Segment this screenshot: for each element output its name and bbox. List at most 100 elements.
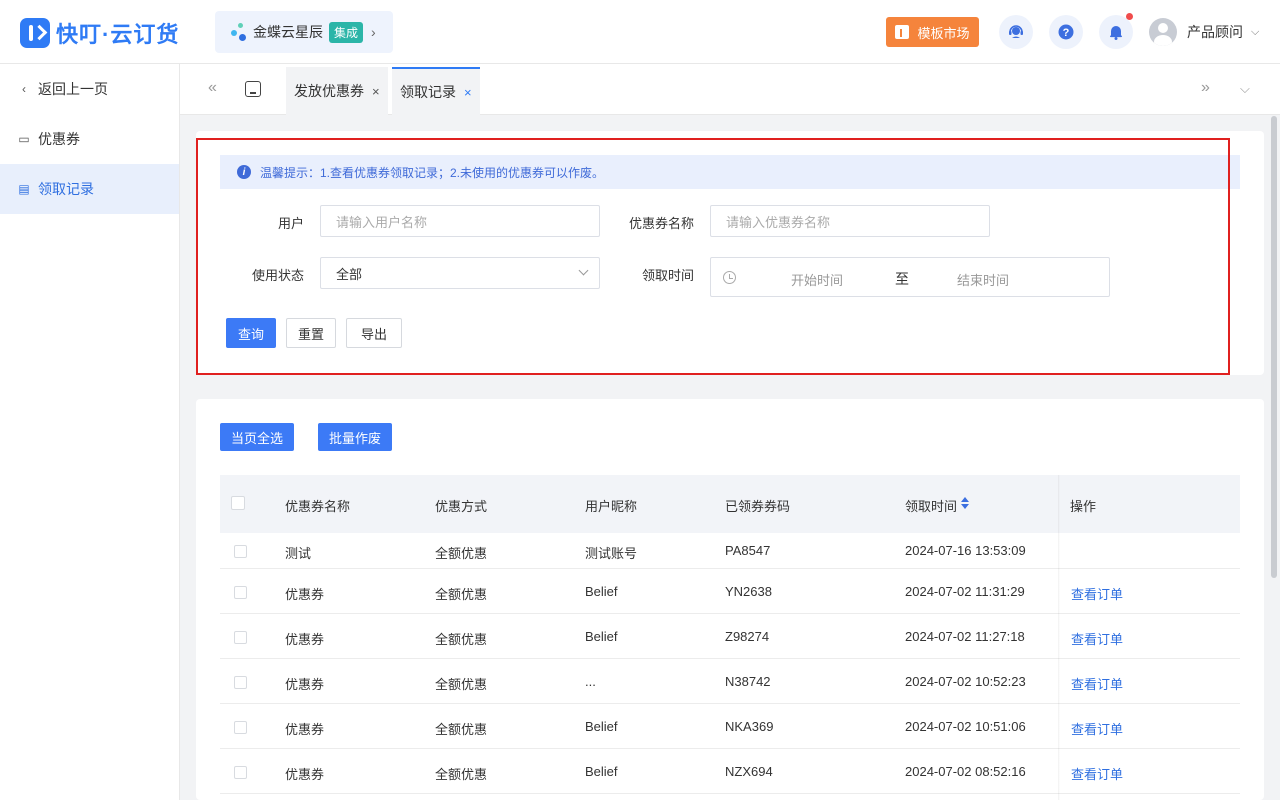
chevron-down-icon [578, 265, 589, 276]
table-cell: 全额优惠 [435, 587, 488, 602]
tab-label: 发放优惠券 [294, 83, 364, 99]
row-checkbox[interactable] [234, 586, 247, 599]
chevron-left-icon: ‹ [22, 82, 26, 96]
user-placeholder: 请输入用户名称 [336, 214, 428, 230]
batch-void-button[interactable]: 批量作废 [318, 423, 392, 451]
template-market-button[interactable]: 模板市场 [886, 17, 979, 47]
table-row: 优惠券 全额优惠 Belief Z98274 2024-07-02 11:27:18 查看… [220, 614, 1240, 659]
table-row: 优惠券 全额优惠 Belief NKA369 2024-07-02 10:51:06 查看… [220, 704, 1240, 749]
select-page-button[interactable]: 当页全选 [220, 423, 294, 451]
sidebar-item-coupons[interactable]: ▭ 优惠券 [0, 114, 179, 164]
ticket-icon: ▭ [18, 132, 30, 146]
avatar [1149, 18, 1177, 46]
table-cell: 2024-07-02 10:52:23 [905, 674, 1026, 689]
partner-integration-button[interactable]: 金蝶云星辰 集成 › [215, 11, 393, 53]
table-cell: Belief [585, 719, 618, 734]
status-label: 使用状态 [251, 268, 304, 283]
table-cell: NZX694 [725, 764, 773, 779]
table-cell: 2024-07-02 08:52:16 [905, 764, 1026, 779]
table-cell: 优惠券 [285, 767, 325, 782]
table-cell: N38742 [725, 674, 771, 689]
customer-service-button[interactable] [999, 15, 1033, 49]
row-checkbox[interactable] [234, 676, 247, 689]
table-cell: 2024-07-16 13:53:09 [905, 543, 1026, 558]
coupon-name-input[interactable]: 请输入优惠券名称 [710, 205, 990, 237]
notification-dot [1126, 13, 1133, 20]
row-checkbox[interactable] [234, 766, 247, 779]
status-value: 全部 [336, 266, 363, 282]
svg-text:?: ? [1063, 27, 1070, 39]
tab-label: 领取记录 [400, 84, 456, 100]
chevron-down-icon: ⌵ [1251, 25, 1260, 38]
tab-claim-records[interactable]: 领取记录 × [392, 67, 480, 115]
sidebar-item-claim-records[interactable]: ▤ 领取记录 [0, 164, 179, 214]
chevron-down-icon[interactable]: ⌵ [1240, 81, 1250, 97]
table-cell: 全额优惠 [435, 722, 488, 737]
column-header: 优惠券名称 [285, 499, 351, 514]
table-cell: 全额优惠 [435, 677, 488, 692]
bell-icon [1110, 26, 1122, 40]
page-scrollbar[interactable] [1271, 116, 1277, 578]
user-label: 用户 [277, 216, 304, 231]
app-logo[interactable]: 快叮·云订货 [20, 17, 179, 49]
logo-icon [20, 18, 50, 48]
table-cell: Belief [585, 764, 618, 779]
table-cell: NKA369 [725, 719, 774, 734]
table-header: 优惠券名称 优惠方式 用户昵称 已领券券码 领取时间 操作 [220, 475, 1240, 533]
tab-issue-coupons[interactable]: 发放优惠券 × [286, 67, 388, 115]
table-cell: Z98274 [725, 629, 770, 644]
document-icon: ▤ [18, 182, 30, 196]
cloud-star-icon [229, 20, 249, 44]
table-cell: 优惠券 [285, 722, 325, 737]
close-icon[interactable]: × [464, 85, 472, 100]
tab-bar: « 发放优惠券 × 领取记录 × » ⌵ [180, 64, 1280, 115]
tip-text: 温馨提示：1.查看优惠券领取记录；2.未使用的优惠券可以作废。 [260, 165, 605, 180]
sort-icon[interactable] [961, 497, 969, 509]
view-order-link[interactable]: 查看订单 [1071, 719, 1123, 738]
chevron-right-icon: › [371, 24, 376, 40]
view-order-link[interactable]: 查看订单 [1071, 629, 1123, 648]
export-button[interactable]: 导出 [346, 318, 402, 348]
user-name: 产品顾问 [1187, 24, 1243, 40]
table-cell: Belief [585, 629, 618, 644]
notification-button[interactable] [1099, 13, 1133, 49]
clock-icon [723, 271, 736, 284]
table-cell: 测试 [285, 546, 312, 561]
view-order-link[interactable]: 查看订单 [1071, 584, 1123, 603]
user-input[interactable]: 请输入用户名称 [320, 205, 600, 237]
select-all-checkbox[interactable] [231, 496, 245, 510]
column-header[interactable]: 领取时间 [905, 496, 957, 515]
back-label: 返回上一页 [38, 81, 108, 97]
user-menu[interactable]: 产品顾问 ⌵ [1149, 18, 1259, 46]
claim-time-range-picker[interactable]: 开始时间 至 结束时间 [710, 257, 1110, 297]
sidebar-item-label: 优惠券 [38, 131, 80, 147]
table-cell: ... [585, 674, 596, 689]
close-icon[interactable]: × [372, 84, 380, 99]
template-market-label: 模板市场 [917, 25, 970, 41]
status-select[interactable]: 全部 [320, 257, 600, 289]
coupon-name-placeholder: 请输入优惠券名称 [726, 214, 831, 230]
home-icon[interactable] [245, 81, 261, 97]
view-order-link[interactable]: 查看订单 [1071, 764, 1123, 783]
tip-banner: i 温馨提示：1.查看优惠券领取记录；2.未使用的优惠券可以作废。 [220, 155, 1240, 189]
row-checkbox[interactable] [234, 631, 247, 644]
double-chevron-left-icon[interactable]: « [208, 79, 217, 97]
table-cell: 优惠券 [285, 632, 325, 647]
query-button[interactable]: 查询 [226, 318, 276, 348]
double-chevron-right-icon[interactable]: » [1201, 79, 1210, 97]
row-checkbox[interactable] [234, 545, 247, 558]
table-cell: 全额优惠 [435, 632, 488, 647]
headset-icon [1009, 25, 1023, 38]
coupon-name-label: 优惠券名称 [628, 216, 694, 231]
row-checkbox[interactable] [234, 721, 247, 734]
column-header: 用户昵称 [585, 499, 638, 514]
help-button[interactable]: ? [1049, 15, 1083, 49]
table-row: 优惠券 全额优惠 Belief NZX694 2024-07-02 08:52:16 查看… [220, 749, 1240, 794]
view-order-link[interactable]: 查看订单 [1071, 674, 1123, 693]
partner-name: 金蝶云星辰 [253, 24, 323, 40]
back-button[interactable]: ‹ 返回上一页 [0, 64, 179, 114]
fixed-column-shadow [1058, 475, 1060, 800]
end-time-placeholder[interactable]: 结束时间 [957, 270, 1009, 289]
reset-button[interactable]: 重置 [286, 318, 336, 348]
start-time-placeholder[interactable]: 开始时间 [791, 270, 843, 289]
